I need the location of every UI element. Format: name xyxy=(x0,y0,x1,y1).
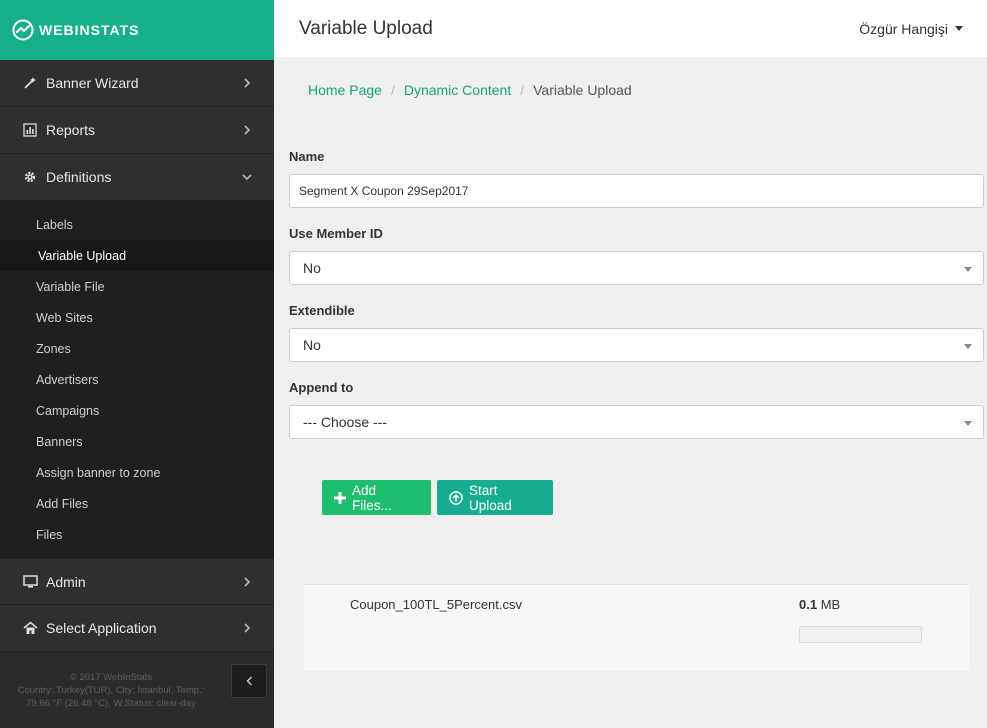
brand-name: WEBINSTATS xyxy=(39,22,140,38)
sidebar-subitem-zones[interactable]: Zones xyxy=(0,333,274,364)
caret-down-icon xyxy=(964,267,972,272)
name-label: Name xyxy=(289,149,325,164)
sidebar-top-nav: Banner Wizard Reports Definitions xyxy=(0,60,274,201)
chevron-right-icon xyxy=(242,125,252,135)
upload-file-row: Coupon_100TL_5Percent.csv 0.1 MB xyxy=(304,584,969,671)
sidebar-subitem-variable-upload[interactable]: Variable Upload xyxy=(0,240,274,271)
sidebar-subitem-variable-file[interactable]: Variable File xyxy=(0,271,274,302)
append-to-select[interactable]: --- Choose --- xyxy=(289,405,984,439)
name-input-value: Segment X Coupon 29Sep2017 xyxy=(299,184,469,198)
user-name: Özgür Hangişi xyxy=(859,20,948,37)
file-size-value: 0.1 xyxy=(799,597,818,612)
magic-wand-icon xyxy=(22,75,38,91)
sidebar-collapse-button[interactable] xyxy=(231,664,267,698)
chevron-right-icon xyxy=(242,78,252,88)
name-input[interactable]: Segment X Coupon 29Sep2017 xyxy=(289,174,984,208)
use-member-id-value: No xyxy=(303,260,321,276)
extendible-label: Extendible xyxy=(289,303,355,318)
caret-down-icon xyxy=(964,344,972,349)
extendible-value: No xyxy=(303,337,321,353)
sidebar-item-label: Reports xyxy=(46,122,96,138)
append-to-label: Append to xyxy=(289,380,354,395)
chevron-down-icon xyxy=(242,172,252,182)
sidebar-subitem-labels[interactable]: Labels xyxy=(0,209,274,240)
sidebar-item-label: Definitions xyxy=(46,169,112,185)
sidebar-item-label: Admin xyxy=(46,573,86,590)
top-header: Variable Upload Özgür Hangişi xyxy=(274,0,987,57)
logo[interactable]: WEBINSTATS xyxy=(0,0,274,60)
breadcrumb-separator: / xyxy=(520,82,525,98)
start-upload-label: Start Upload xyxy=(469,482,512,513)
sidebar-item-definitions[interactable]: Definitions xyxy=(0,154,274,201)
breadcrumb-home[interactable]: Home Page xyxy=(308,82,382,98)
sidebar-subitem-web-sites[interactable]: Web Sites xyxy=(0,302,274,333)
monitor-icon xyxy=(22,574,38,590)
add-files-button[interactable]: Add Files... xyxy=(322,480,431,515)
chevron-left-icon xyxy=(246,674,253,689)
breadcrumb-current: Variable Upload xyxy=(533,82,632,98)
sidebar-item-label: Select Application xyxy=(46,620,157,636)
append-to-value: --- Choose --- xyxy=(303,414,388,430)
definitions-submenu: Labels Variable Upload Variable File Web… xyxy=(0,201,274,558)
footer-text: © 2017 WebInStats Country: Turkey(TUR), … xyxy=(0,671,222,710)
add-files-label: Add Files... xyxy=(352,482,392,513)
plus-icon xyxy=(334,491,346,504)
sidebar-item-admin[interactable]: Admin xyxy=(0,558,274,605)
sidebar-subitem-add-files[interactable]: Add Files xyxy=(0,488,274,519)
caret-down-icon xyxy=(964,421,972,426)
sidebar-subitem-campaigns[interactable]: Campaigns xyxy=(0,395,274,426)
breadcrumb: Home Page / Dynamic Content / Variable U… xyxy=(308,82,632,98)
gear-icon xyxy=(22,169,38,185)
weather-text: 79.66 °F (26.48 °C), W.Status: clear-day xyxy=(26,698,196,709)
use-member-id-select[interactable]: No xyxy=(289,251,984,285)
file-size: 0.1 MB xyxy=(799,597,840,612)
sidebar-subitem-files[interactable]: Files xyxy=(0,519,274,550)
breadcrumb-dynamic-content[interactable]: Dynamic Content xyxy=(404,82,511,98)
sidebar-item-reports[interactable]: Reports xyxy=(0,107,274,154)
logo-icon xyxy=(12,19,34,41)
weather-text: Country: Turkey(TUR), City: Istanbul, Te… xyxy=(17,685,205,696)
upload-progress-bar xyxy=(799,626,922,643)
caret-down-icon xyxy=(955,26,963,31)
upload-circle-icon xyxy=(449,490,463,505)
home-icon xyxy=(22,620,38,636)
bar-chart-icon xyxy=(22,122,38,138)
chevron-right-icon xyxy=(242,576,252,587)
use-member-id-label: Use Member ID xyxy=(289,226,383,241)
breadcrumb-separator: / xyxy=(390,82,395,98)
user-menu[interactable]: Özgür Hangişi xyxy=(859,21,987,37)
sidebar-subitem-advertisers[interactable]: Advertisers xyxy=(0,364,274,395)
extendible-select[interactable]: No xyxy=(289,328,984,362)
file-size-unit: MB xyxy=(820,597,841,612)
sidebar-subitem-assign-banner[interactable]: Assign banner to zone xyxy=(0,457,274,488)
page-title: Variable Upload xyxy=(299,17,433,39)
sidebar-subitem-banners[interactable]: Banners xyxy=(0,426,274,457)
copyright-text: © 2017 WebInStats xyxy=(69,672,153,683)
sidebar-item-select-application[interactable]: Select Application xyxy=(0,605,274,652)
sidebar-item-banner-wizard[interactable]: Banner Wizard xyxy=(0,60,274,107)
start-upload-button[interactable]: Start Upload xyxy=(437,480,553,515)
sidebar-item-label: Banner Wizard xyxy=(46,75,139,91)
chevron-right-icon xyxy=(242,623,252,633)
sidebar: WEBINSTATS Banner Wizard Reports Definit… xyxy=(0,0,274,728)
file-name: Coupon_100TL_5Percent.csv xyxy=(350,597,523,612)
